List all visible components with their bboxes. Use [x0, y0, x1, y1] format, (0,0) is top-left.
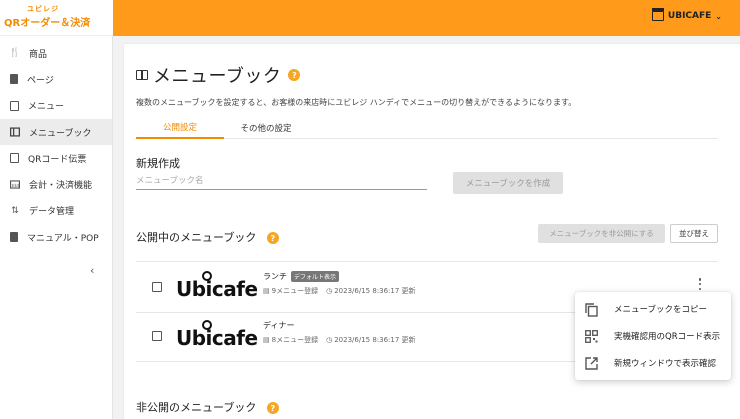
logo-text: Ubicafe — [176, 277, 258, 301]
app-logo[interactable]: ユビレジ QRオーダー＆決済 — [0, 0, 113, 36]
menubook-name: ディナー — [263, 320, 294, 331]
menubook-logo: Ubicafe — [176, 320, 260, 352]
menubook-icon: ▤ — [263, 287, 270, 295]
payment-icon: $$$ — [10, 180, 20, 190]
menubook-name: ランチ デフォルト表示 — [263, 271, 340, 282]
sidebar-item-products[interactable]: 🍴 商品 — [0, 40, 112, 66]
more-options-icon[interactable] — [695, 276, 705, 292]
sidebar-item-label: 会計・決済機能 — [29, 181, 93, 192]
page-icon — [10, 74, 18, 85]
clock-icon: ◷ — [326, 336, 333, 344]
popup-item-label: メニューブックをコピー — [614, 305, 707, 315]
updated-at: 2023/6/15 8:36:17 更新 — [334, 336, 416, 344]
menubook-icon — [136, 70, 148, 80]
menu-count: 9メニュー登録 — [271, 287, 319, 295]
sidebar-item-pages[interactable]: ページ — [0, 66, 112, 92]
tab-bar: 公開設定 その他の設定 — [136, 117, 718, 139]
published-heading: 公開中のメニューブック ? — [136, 229, 279, 245]
row-checkbox[interactable] — [152, 331, 162, 341]
tab-publish-settings[interactable]: 公開設定 — [136, 117, 224, 139]
menubook-icon: ▤ — [263, 336, 270, 344]
sidebar-item-payment[interactable]: $$$ 会計・決済機能 — [0, 171, 112, 197]
popup-item-label: 実機確認用のQRコード表示 — [614, 332, 721, 342]
copy-menubook-item[interactable]: メニューブックをコピー — [575, 296, 731, 322]
create-heading: 新規作成 — [136, 157, 180, 170]
data-transfer-icon: ⇅ — [11, 205, 19, 216]
menu-count: 8メニュー登録 — [271, 336, 319, 344]
clock-icon: ◷ — [326, 287, 333, 295]
qr-code-icon — [585, 329, 598, 343]
store-menu-button[interactable]: UBICAFE ⌄ — [651, 8, 722, 21]
create-menubook-button[interactable]: メニューブックを作成 — [453, 172, 563, 194]
help-icon[interactable]: ? — [266, 232, 279, 244]
manual-icon — [10, 232, 18, 243]
menubook-meta: ▤ 9メニュー登録 ◷ 2023/6/15 8:36:17 更新 — [263, 286, 416, 296]
sidebar-item-menubook[interactable]: メニューブック — [0, 118, 112, 146]
store-name: UBICAFE — [667, 11, 712, 21]
utensils-icon: 🍴 — [9, 48, 21, 59]
store-icon — [651, 8, 664, 21]
menubook-logo: Ubicafe — [176, 271, 260, 303]
logo-brand: ユビレジ — [27, 5, 59, 13]
sidebar-item-label: 商品 — [29, 49, 48, 60]
menubook-icon — [10, 127, 20, 137]
chevron-down-icon: ⌄ — [715, 11, 722, 21]
default-badge: デフォルト表示 — [291, 271, 340, 282]
menubook-name-text: ランチ — [263, 272, 287, 281]
updated-at: 2023/6/15 8:36:17 更新 — [334, 287, 416, 295]
logo-product: QRオーダー＆決済 — [4, 18, 91, 29]
row-checkbox[interactable] — [152, 282, 162, 292]
sidebar-item-manual[interactable]: マニュアル・POP — [0, 224, 112, 250]
logo-text: Ubicafe — [176, 326, 258, 350]
collapse-sidebar-icon[interactable]: ‹ — [90, 264, 94, 277]
tab-other-settings[interactable]: その他の設定 — [224, 117, 308, 139]
sidebar: 🍴 商品 ページ メニュー メニューブック QRコード伝票 $$$ 会計・決済機… — [0, 36, 113, 419]
sidebar-item-label: メニュー — [28, 102, 65, 113]
sidebar-item-label: メニューブック — [29, 128, 92, 139]
sidebar-item-label: マニュアル・POP — [27, 233, 99, 244]
divider — [136, 261, 718, 262]
sidebar-item-qr-slip[interactable]: QRコード伝票 — [0, 145, 112, 171]
sidebar-item-data[interactable]: ⇅ データ管理 — [0, 198, 112, 224]
published-heading-text: 公開中のメニューブック — [136, 231, 257, 244]
menubook-context-menu: メニューブックをコピー 実機確認用のQRコード表示 新規ウィンドウで表示確認 — [575, 292, 731, 380]
page-description: 複数のメニューブックを設定すると、お客様の来店時にユビレジ ハンディでメニューの… — [136, 98, 577, 107]
sidebar-item-label: データ管理 — [29, 207, 75, 218]
page-header: メニューブック ? — [136, 62, 301, 88]
svg-text:$$$: $$$ — [11, 183, 19, 189]
menubook-name-input[interactable] — [136, 173, 427, 190]
page-title: メニューブック — [153, 66, 282, 87]
menu-icon — [10, 100, 19, 111]
qr-slip-icon — [10, 153, 19, 164]
popup-item-label: 新規ウィンドウで表示確認 — [614, 359, 717, 369]
open-new-window-item[interactable]: 新規ウィンドウで表示確認 — [575, 350, 731, 376]
unpublished-heading: 非公開のメニューブック ? — [136, 399, 279, 415]
sidebar-item-menu[interactable]: メニュー — [0, 93, 112, 119]
menubook-name-text: ディナー — [263, 321, 295, 330]
sort-button[interactable]: 並び替え — [670, 224, 718, 243]
sidebar-item-label: QRコード伝票 — [28, 154, 87, 165]
open-in-new-icon — [585, 356, 598, 370]
menubook-meta: ▤ 8メニュー登録 ◷ 2023/6/15 8:36:17 更新 — [263, 335, 416, 345]
unpublished-heading-text: 非公開のメニューブック — [136, 401, 257, 414]
help-icon[interactable]: ? — [266, 402, 279, 414]
copy-icon — [585, 302, 598, 317]
show-qr-item[interactable]: 実機確認用のQRコード表示 — [575, 323, 731, 349]
help-icon[interactable]: ? — [288, 69, 301, 81]
unpublish-button[interactable]: メニューブックを非公開にする — [538, 224, 665, 243]
sidebar-item-label: ページ — [27, 75, 54, 86]
